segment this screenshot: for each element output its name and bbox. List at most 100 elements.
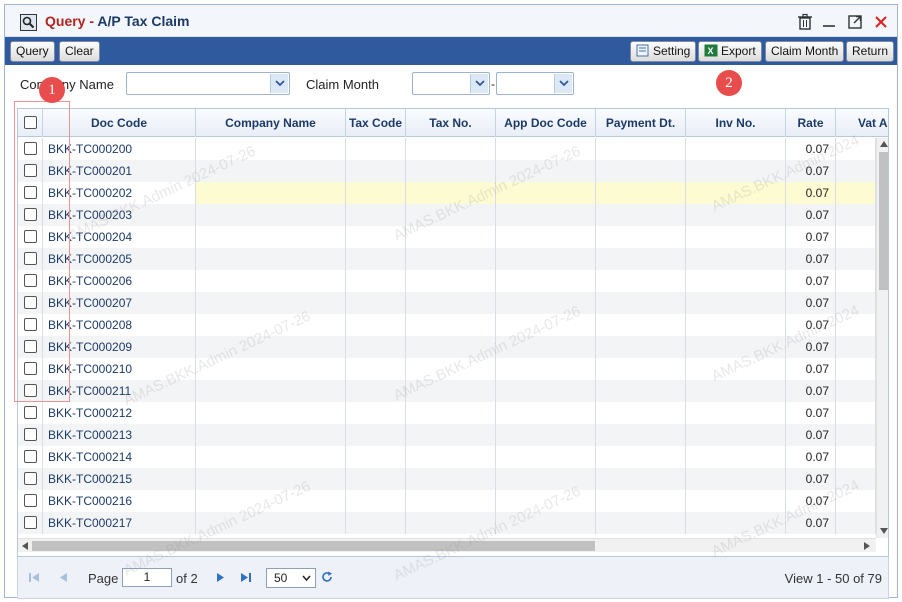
claim-month-to-select[interactable] <box>496 72 574 95</box>
table-row[interactable]: BKK-TC000210 0.07 <box>18 358 876 380</box>
claim-month-from-select[interactable] <box>412 72 490 95</box>
next-page-icon[interactable] <box>216 572 226 583</box>
col-inv-no[interactable]: Inv No. <box>686 109 786 137</box>
horizontal-scrollbar[interactable] <box>18 538 876 552</box>
row-checkbox[interactable] <box>24 450 37 463</box>
row-checkbox[interactable] <box>24 516 37 529</box>
empty-cell <box>836 380 876 402</box>
table-row[interactable]: BKK-TC000204 0.07 <box>18 226 876 248</box>
empty-cell <box>686 204 786 226</box>
vertical-scroll-thumb[interactable] <box>879 152 888 290</box>
chevron-down-icon[interactable] <box>270 74 288 93</box>
scroll-left-arrow-icon[interactable] <box>22 542 28 550</box>
empty-cell <box>346 138 406 160</box>
prev-page-icon[interactable] <box>58 572 68 583</box>
scroll-right-arrow-icon[interactable] <box>864 542 870 550</box>
chevron-down-icon[interactable] <box>470 74 488 93</box>
maximize-icon[interactable] <box>845 12 865 32</box>
export-button[interactable]: X Export <box>698 41 762 62</box>
doc-code-cell: BKK-TC000216 <box>43 490 196 512</box>
toolbar: Query Clear Setting X Export Claim Month … <box>5 37 897 65</box>
vertical-scrollbar[interactable] <box>876 138 888 538</box>
minimize-icon[interactable] <box>819 12 839 32</box>
empty-cell <box>196 402 346 424</box>
empty-cell <box>406 380 496 402</box>
trash-icon[interactable] <box>795 12 815 32</box>
table-row[interactable]: BKK-TC000213 0.07 <box>18 424 876 446</box>
row-checkbox[interactable] <box>24 494 37 507</box>
col-tax-code[interactable]: Tax Code <box>346 109 406 137</box>
table-row[interactable]: BKK-TC000209 0.07 <box>18 336 876 358</box>
rate-cell: 0.07 <box>786 424 836 446</box>
empty-cell <box>836 160 876 182</box>
table-row[interactable]: BKK-TC000201 0.07 <box>18 160 876 182</box>
col-payment-dt[interactable]: Payment Dt. <box>596 109 686 137</box>
close-icon[interactable] <box>871 12 891 32</box>
empty-cell <box>496 292 596 314</box>
row-checkbox[interactable] <box>24 406 37 419</box>
empty-cell <box>596 336 686 358</box>
empty-cell <box>836 270 876 292</box>
empty-cell <box>496 182 596 204</box>
table-row[interactable]: BKK-TC000212 0.07 <box>18 402 876 424</box>
refresh-icon[interactable] <box>321 571 333 583</box>
clear-button[interactable]: Clear <box>59 41 100 62</box>
chevron-down-icon[interactable] <box>554 74 572 93</box>
table-row[interactable]: BKK-TC000214 0.07 <box>18 446 876 468</box>
page-size-select[interactable]: 50 <box>266 568 316 588</box>
excel-icon: X <box>704 44 718 57</box>
table-row[interactable]: BKK-TC000208 0.07 <box>18 314 876 336</box>
table-row[interactable]: BKK-TC000207 0.07 <box>18 292 876 314</box>
annotation-badge-2: 2 <box>716 70 742 96</box>
range-separator: - <box>491 77 495 91</box>
col-company-name[interactable]: Company Name <box>196 109 346 137</box>
empty-cell <box>346 358 406 380</box>
claim-month-button[interactable]: Claim Month <box>765 41 845 62</box>
page-number-input[interactable]: 1 <box>122 568 172 587</box>
table-row[interactable]: BKK-TC000202 0.07 <box>18 182 876 204</box>
row-checkbox[interactable] <box>24 428 37 441</box>
empty-cell <box>496 358 596 380</box>
page-count: of 2 <box>176 571 198 586</box>
table-row[interactable]: BKK-TC000211 0.07 <box>18 380 876 402</box>
row-checkbox[interactable] <box>24 472 37 485</box>
query-button[interactable]: Query <box>10 41 55 62</box>
empty-cell <box>686 490 786 512</box>
company-name-select[interactable] <box>126 72 290 95</box>
last-page-icon[interactable] <box>240 572 252 583</box>
table-row[interactable]: BKK-TC000216 0.07 <box>18 490 876 512</box>
scroll-up-arrow-icon[interactable] <box>880 141 888 147</box>
rate-cell: 0.07 <box>786 336 836 358</box>
table-row[interactable]: BKK-TC000215 0.07 <box>18 468 876 490</box>
setting-button[interactable]: Setting <box>630 41 697 62</box>
empty-cell <box>406 490 496 512</box>
empty-cell <box>196 292 346 314</box>
empty-cell <box>836 336 876 358</box>
horizontal-scroll-thumb[interactable] <box>32 541 595 551</box>
doc-code-cell: BKK-TC000215 <box>43 468 196 490</box>
empty-cell <box>196 204 346 226</box>
query-magnifier-icon <box>20 14 37 31</box>
empty-cell <box>346 182 406 204</box>
table-row[interactable]: BKK-TC000205 0.07 <box>18 248 876 270</box>
first-page-icon[interactable] <box>28 572 40 583</box>
scroll-down-arrow-icon[interactable] <box>880 528 888 534</box>
return-button[interactable]: Return <box>846 41 895 62</box>
table-row[interactable]: BKK-TC000206 0.07 <box>18 270 876 292</box>
empty-cell <box>346 380 406 402</box>
table-row[interactable]: BKK-TC000203 0.07 <box>18 204 876 226</box>
empty-cell <box>686 380 786 402</box>
empty-cell <box>196 226 346 248</box>
table-row[interactable]: BKK-TC000217 0.07 <box>18 512 876 534</box>
col-tax-no[interactable]: Tax No. <box>406 109 496 137</box>
annotation-badge-1: 1 <box>39 77 65 103</box>
table-row[interactable]: BKK-TC000200 0.07 <box>18 138 876 160</box>
col-vat-amount[interactable]: Vat Am <box>836 109 888 137</box>
rate-cell: 0.07 <box>786 138 836 160</box>
empty-cell <box>836 468 876 490</box>
empty-cell <box>686 314 786 336</box>
col-rate[interactable]: Rate <box>786 109 836 137</box>
claim-month-label: Claim Month <box>306 77 379 92</box>
col-app-doc-code[interactable]: App Doc Code <box>496 109 596 137</box>
view-record-range: View 1 - 50 of 79 <box>784 571 882 586</box>
